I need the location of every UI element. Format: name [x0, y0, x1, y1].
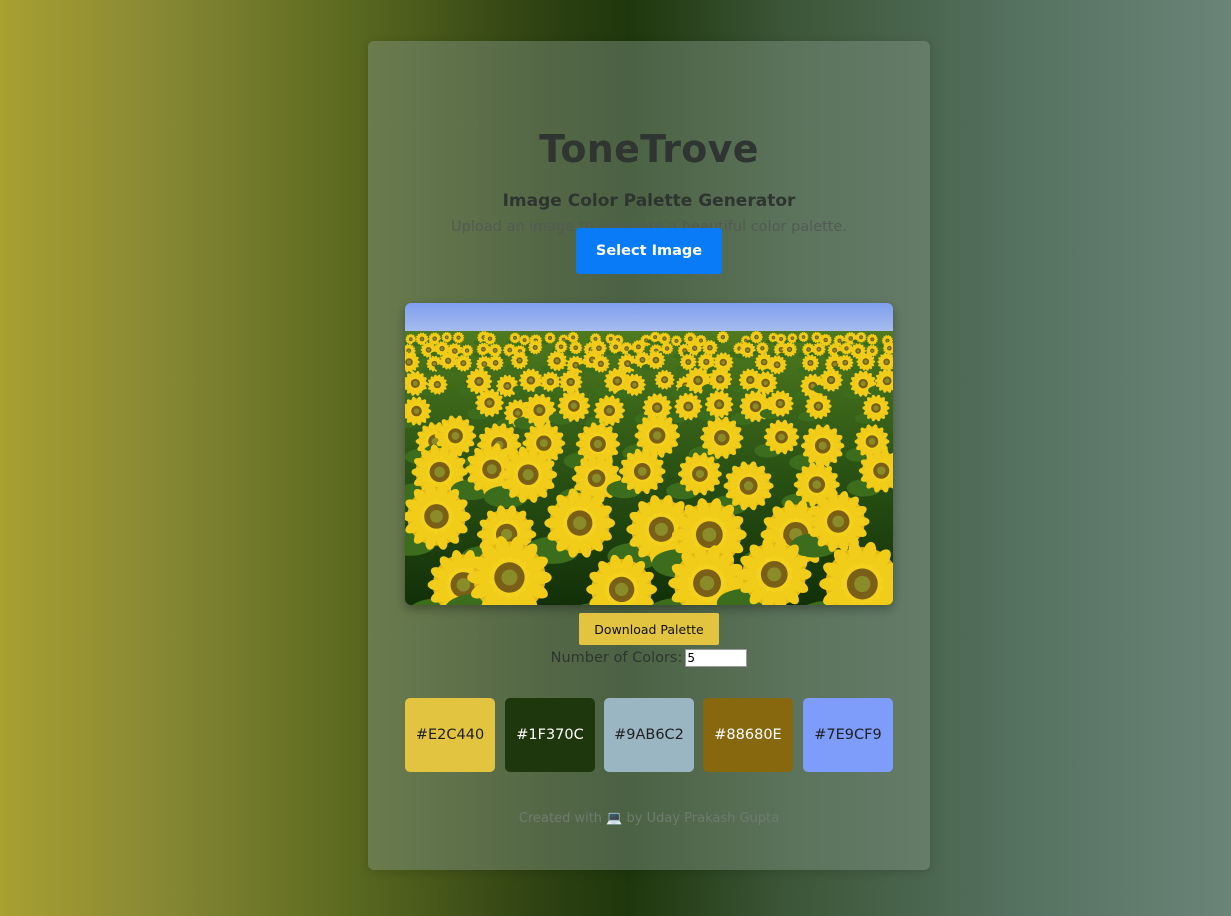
select-image-button[interactable]: Select Image	[576, 228, 722, 274]
footer-text-before: Created with	[518, 811, 603, 826]
color-swatch-hex: #9AB6C2	[614, 727, 684, 743]
color-swatch-hex: #E2C440	[415, 727, 485, 743]
palette-swatches: #E2C440 #1F370C #9AB6C2 #88680E #7E9CF9	[405, 698, 893, 772]
color-swatch-hex: #88680E	[714, 727, 782, 743]
color-count-input[interactable]	[685, 649, 748, 667]
color-swatch[interactable]: #88680E	[703, 698, 793, 772]
color-count-label: Number of Colors:	[550, 650, 683, 666]
sunflower-field-image	[405, 303, 893, 605]
color-swatch[interactable]: #E2C440	[405, 698, 495, 772]
color-count-row: Number of Colors:	[368, 649, 930, 667]
footer-text-after: by Uday Prakash Gupta	[626, 811, 780, 826]
color-swatch-hex: #7E9CF9	[814, 727, 882, 743]
color-swatch[interactable]: #1F370C	[505, 698, 595, 772]
color-swatch-hex: #1F370C	[516, 727, 584, 743]
download-palette-button[interactable]: Download Palette	[579, 613, 719, 645]
main-card: ToneTrove Image Color Palette Generator …	[368, 41, 930, 870]
color-swatch[interactable]: #9AB6C2	[604, 698, 694, 772]
app-title: ToneTrove	[539, 127, 759, 171]
color-swatch[interactable]: #7E9CF9	[803, 698, 893, 772]
laptop-icon: 💻	[606, 811, 623, 826]
app-subtitle: Image Color Palette Generator	[502, 191, 796, 211]
footer-credit: Created with 💻 by Uday Prakash Gupta	[368, 811, 930, 826]
uploaded-image	[405, 303, 893, 605]
